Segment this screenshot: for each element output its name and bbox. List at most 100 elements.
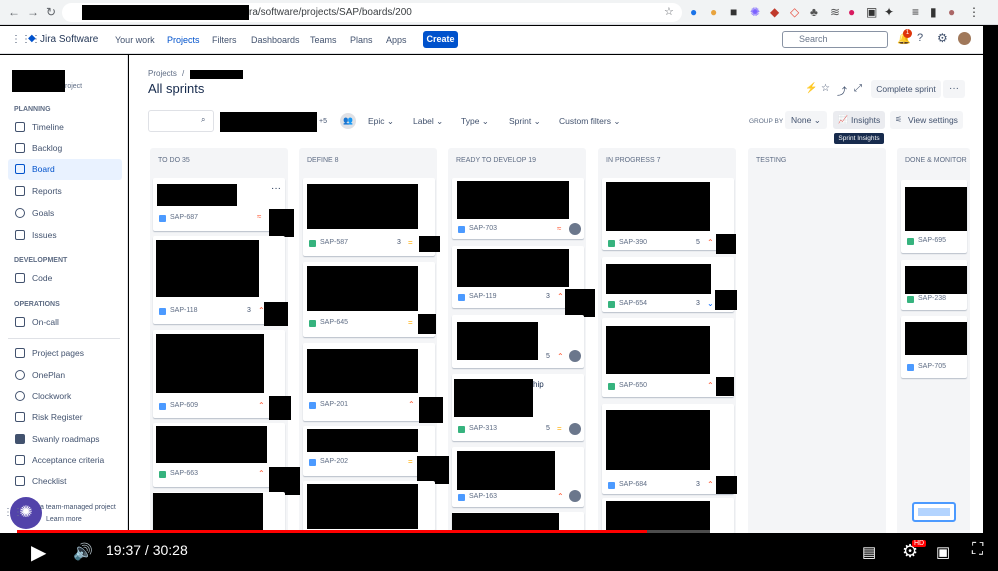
- issue-key[interactable]: SAP-390: [619, 239, 647, 246]
- issue-key[interactable]: SAP-163: [469, 493, 497, 500]
- issue-key[interactable]: SAP-705: [918, 363, 946, 370]
- play-icon[interactable]: ▶: [31, 540, 46, 565]
- breadcrumb-projects[interactable]: Projects: [148, 69, 177, 78]
- fullscreen-icon[interactable]: ⤢: [854, 83, 862, 94]
- app-switcher-icon[interactable]: ⋮⋮⋮: [11, 34, 41, 45]
- issue-key[interactable]: SAP-645: [320, 319, 348, 326]
- issue-card[interactable]: hip SAP-313 5 =: [452, 374, 584, 441]
- profile-avatar[interactable]: ●: [948, 5, 955, 19]
- insights-button[interactable]: 📈 Insights: [833, 111, 885, 129]
- issue-key[interactable]: SAP-703: [469, 225, 497, 232]
- filter-type[interactable]: Type ⌄: [461, 116, 489, 127]
- issue-key[interactable]: SAP-609: [170, 402, 198, 409]
- sidebar-item-goals[interactable]: Goals: [8, 203, 122, 224]
- issue-key[interactable]: SAP-650: [619, 382, 647, 389]
- menu-teams[interactable]: Teams: [310, 35, 337, 45]
- extension-icon[interactable]: ●: [710, 5, 717, 19]
- issue-card[interactable]: [303, 481, 435, 531]
- jira-logo[interactable]: Jira Software: [40, 34, 98, 45]
- url-bar[interactable]: ra/software/projects/SAP/boards/200: [62, 3, 682, 22]
- extension-icon[interactable]: ●: [848, 5, 855, 19]
- sidebar-item-project-pages[interactable]: Project pages: [8, 343, 122, 364]
- extension-icon[interactable]: ✺: [750, 5, 760, 19]
- issue-key[interactable]: SAP-118: [170, 307, 198, 314]
- filter-sprint[interactable]: Sprint ⌄: [509, 116, 541, 127]
- queue-icon[interactable]: ≡: [912, 5, 919, 19]
- create-button[interactable]: Create: [423, 31, 458, 48]
- extension-icon[interactable]: ≋: [830, 5, 840, 19]
- more-actions-icon[interactable]: ···: [943, 80, 965, 98]
- sidebar-item-checklist[interactable]: Checklist: [8, 471, 122, 492]
- sidebar-item-acceptance[interactable]: Acceptance criteria: [8, 450, 122, 471]
- volume-icon[interactable]: 🔊: [73, 542, 93, 562]
- issue-card[interactable]: SAP-663 ⌃: [153, 423, 300, 495]
- assignee-avatar[interactable]: [569, 423, 581, 435]
- subtitles-icon[interactable]: ▤: [862, 543, 876, 561]
- sidepanel-icon[interactable]: ▮: [930, 5, 937, 19]
- filter-epic[interactable]: Epic ⌄: [368, 116, 394, 127]
- back-icon[interactable]: ←: [8, 5, 20, 19]
- bookmark-star-icon[interactable]: ☆: [664, 5, 674, 18]
- issue-card[interactable]: SAP-684 3 ⌃: [602, 404, 737, 494]
- lightning-icon[interactable]: ⚡: [805, 83, 817, 94]
- issue-card[interactable]: SAP-163 ⌃: [452, 447, 584, 507]
- issue-card[interactable]: SAP-609 ⌃: [153, 330, 291, 420]
- issue-card[interactable]: SAP-695: [901, 180, 967, 253]
- add-people-icon[interactable]: 👥: [340, 113, 356, 129]
- extension-icon[interactable]: ◇: [790, 5, 799, 19]
- issue-key[interactable]: SAP-684: [619, 481, 647, 488]
- avatars-more[interactable]: +5: [319, 118, 327, 125]
- issue-card[interactable]: SAP-705: [901, 316, 967, 378]
- complete-sprint-button[interactable]: Complete sprint: [871, 80, 941, 98]
- exit-fullscreen-icon[interactable]: ⛶: [972, 541, 983, 559]
- menu-apps[interactable]: Apps: [386, 35, 407, 45]
- kebab-menu-icon[interactable]: ⋮: [968, 5, 980, 19]
- sidebar-item-reports[interactable]: Reports: [8, 181, 122, 202]
- issue-card[interactable]: ··· SAP-687 ≈: [153, 178, 294, 237]
- board-search-input[interactable]: ⌕: [148, 110, 214, 132]
- issue-card[interactable]: SAP-118 3 ⌃: [153, 236, 288, 326]
- issue-card[interactable]: SAP-703 ≈: [452, 178, 584, 239]
- menu-filters[interactable]: Filters: [212, 35, 237, 45]
- issue-card[interactable]: SAP-390 5 ⌃: [602, 178, 736, 254]
- view-settings-button[interactable]: ⚟ View settings: [890, 111, 963, 129]
- issue-key[interactable]: SAP-201: [320, 401, 348, 408]
- learn-more-link[interactable]: Learn more: [46, 516, 82, 523]
- assignee-avatar[interactable]: [569, 223, 581, 235]
- issue-card[interactable]: SAP-201 ⌃: [303, 343, 443, 423]
- sidebar-item-swanly[interactable]: Swanly roadmaps: [8, 429, 122, 450]
- menu-dashboards[interactable]: Dashboards: [251, 35, 300, 45]
- issue-key[interactable]: SAP-202: [320, 458, 348, 465]
- issue-card[interactable]: [602, 498, 734, 534]
- card-menu-icon[interactable]: ···: [271, 183, 281, 194]
- puzzle-icon[interactable]: ✦: [884, 5, 894, 19]
- issue-card[interactable]: 5 ⌃: [452, 315, 584, 368]
- filter-custom[interactable]: Custom filters ⌄: [559, 116, 620, 127]
- issue-card[interactable]: SAP-238: [901, 260, 967, 310]
- sidebar-item-clockwork[interactable]: Clockwork: [8, 386, 122, 407]
- star-icon[interactable]: ☆: [821, 83, 830, 94]
- drag-handle-icon[interactable]: ⋮⋮: [3, 507, 23, 518]
- share-icon[interactable]: ⤴: [837, 83, 847, 98]
- filter-label[interactable]: Label ⌄: [413, 116, 443, 127]
- extension-icon[interactable]: ●: [690, 5, 697, 19]
- extension-icon[interactable]: ▣: [866, 5, 877, 19]
- issue-key[interactable]: SAP-687: [170, 214, 198, 221]
- extension-icon[interactable]: ◆: [770, 5, 779, 19]
- sidebar-item-board[interactable]: Board: [8, 159, 122, 180]
- sidebar-item-risk-register[interactable]: Risk Register: [8, 407, 122, 428]
- issue-key[interactable]: SAP-695: [918, 237, 946, 244]
- assignee-avatar[interactable]: [569, 490, 581, 502]
- issue-key[interactable]: SAP-654: [619, 300, 647, 307]
- sidebar-item-on-call[interactable]: On-call: [8, 312, 122, 333]
- help-icon[interactable]: ?: [917, 32, 923, 44]
- sidebar-item-backlog[interactable]: Backlog: [8, 138, 122, 159]
- issue-card[interactable]: SAP-650 ⌃: [602, 318, 734, 397]
- extension-icon[interactable]: ■: [730, 5, 737, 19]
- menu-your-work[interactable]: Your work: [115, 35, 155, 45]
- menu-projects[interactable]: Projects: [167, 35, 200, 45]
- menu-plans[interactable]: Plans: [350, 35, 373, 45]
- issue-card[interactable]: SAP-119 3 ⌃: [452, 246, 595, 317]
- sidebar-item-timeline[interactable]: Timeline: [8, 117, 122, 138]
- issue-key[interactable]: SAP-313: [469, 425, 497, 432]
